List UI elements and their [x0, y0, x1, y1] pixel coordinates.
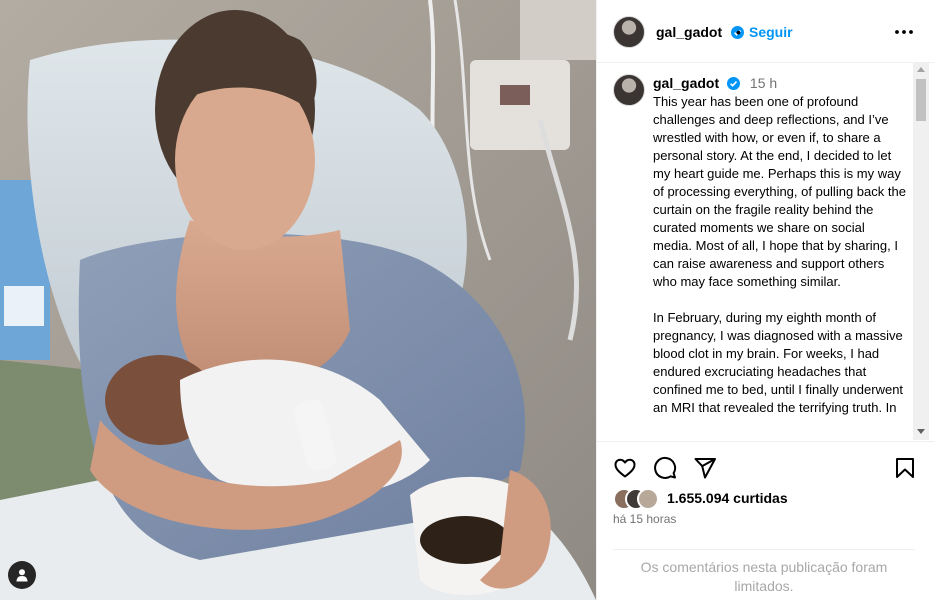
post-image — [0, 0, 596, 600]
scroll-down-arrow[interactable] — [917, 429, 925, 434]
bookmark-icon[interactable] — [893, 456, 917, 480]
caption-text: This year has been one of profound chall… — [653, 94, 906, 415]
user-tag-icon — [16, 569, 28, 582]
caption-author-avatar[interactable] — [613, 74, 645, 106]
scroll-up-arrow[interactable] — [917, 67, 925, 72]
more-options-icon[interactable] — [893, 22, 915, 42]
post-side-panel: gal_gadot • Seguir gal_gadot 15 h This y… — [596, 0, 934, 600]
header-separator: • — [736, 24, 741, 40]
author-name-wrap: gal_gadot — [656, 24, 744, 42]
scroll-thumb[interactable] — [916, 79, 926, 121]
comments-limited-notice: Os comentários nesta publicação foram li… — [640, 559, 888, 594]
user-tag-button[interactable] — [8, 561, 36, 589]
send-icon[interactable] — [693, 456, 717, 480]
caption-scrollbar[interactable] — [913, 63, 929, 440]
author-avatar[interactable] — [613, 16, 645, 48]
likes-count[interactable]: 1.655.094 curtidas — [667, 490, 788, 506]
post-date[interactable]: há 15 horas — [613, 512, 676, 526]
caption-header: gal_gadot 15 h — [653, 75, 777, 91]
follow-button[interactable]: Seguir — [749, 24, 793, 40]
divider — [613, 549, 915, 550]
author-username[interactable]: gal_gadot — [656, 24, 722, 40]
comment-icon[interactable] — [653, 456, 677, 480]
post-photo[interactable] — [0, 0, 596, 600]
liker-avatar — [637, 488, 659, 510]
caption-area[interactable]: gal_gadot 15 h This year has been one of… — [597, 63, 934, 440]
caption-timestamp[interactable]: 15 h — [750, 75, 777, 91]
verified-badge-icon — [727, 77, 741, 90]
caption-username[interactable]: gal_gadot — [653, 75, 719, 91]
post-header: gal_gadot • Seguir — [597, 0, 934, 63]
heart-icon[interactable] — [613, 456, 637, 480]
post-actions-bar — [597, 441, 934, 491]
